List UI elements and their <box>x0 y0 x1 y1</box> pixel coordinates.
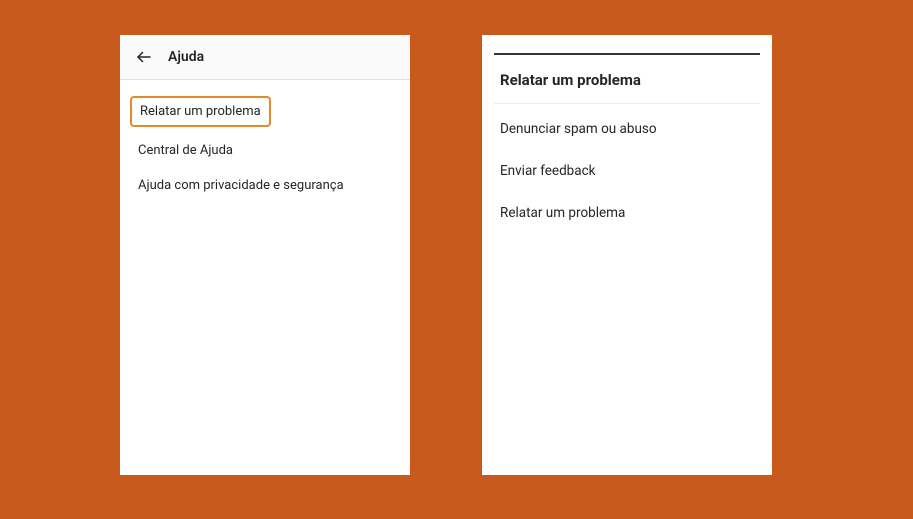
report-options-list: Denunciar spam ou abuso Enviar feedback … <box>494 104 760 238</box>
option-report-spam-abuse[interactable]: Denunciar spam ou abuso <box>494 108 760 150</box>
list-item-wrap: Relatar um problema <box>120 90 410 133</box>
report-inner: Relatar um problema Denunciar spam ou ab… <box>482 35 772 238</box>
menu-item-privacy-security-help[interactable]: Ajuda com privacidade e segurança <box>120 168 410 203</box>
option-report-problem[interactable]: Relatar um problema <box>494 192 760 234</box>
menu-item-report-problem[interactable]: Relatar um problema <box>130 96 271 127</box>
dialog-header: Relatar um problema <box>494 53 760 104</box>
help-menu-list: Relatar um problema Central de Ajuda Aju… <box>120 80 410 213</box>
menu-item-help-center[interactable]: Central de Ajuda <box>120 133 410 168</box>
phone-screen-help: Ajuda Relatar um problema Central de Aju… <box>120 35 410 475</box>
option-send-feedback[interactable]: Enviar feedback <box>494 150 760 192</box>
page-title: Ajuda <box>168 49 204 65</box>
phone-screen-report: Relatar um problema Denunciar spam ou ab… <box>482 35 772 475</box>
header-bar: Ajuda <box>120 35 410 80</box>
dialog-title: Relatar um problema <box>500 71 754 89</box>
back-arrow-icon[interactable] <box>134 47 154 67</box>
